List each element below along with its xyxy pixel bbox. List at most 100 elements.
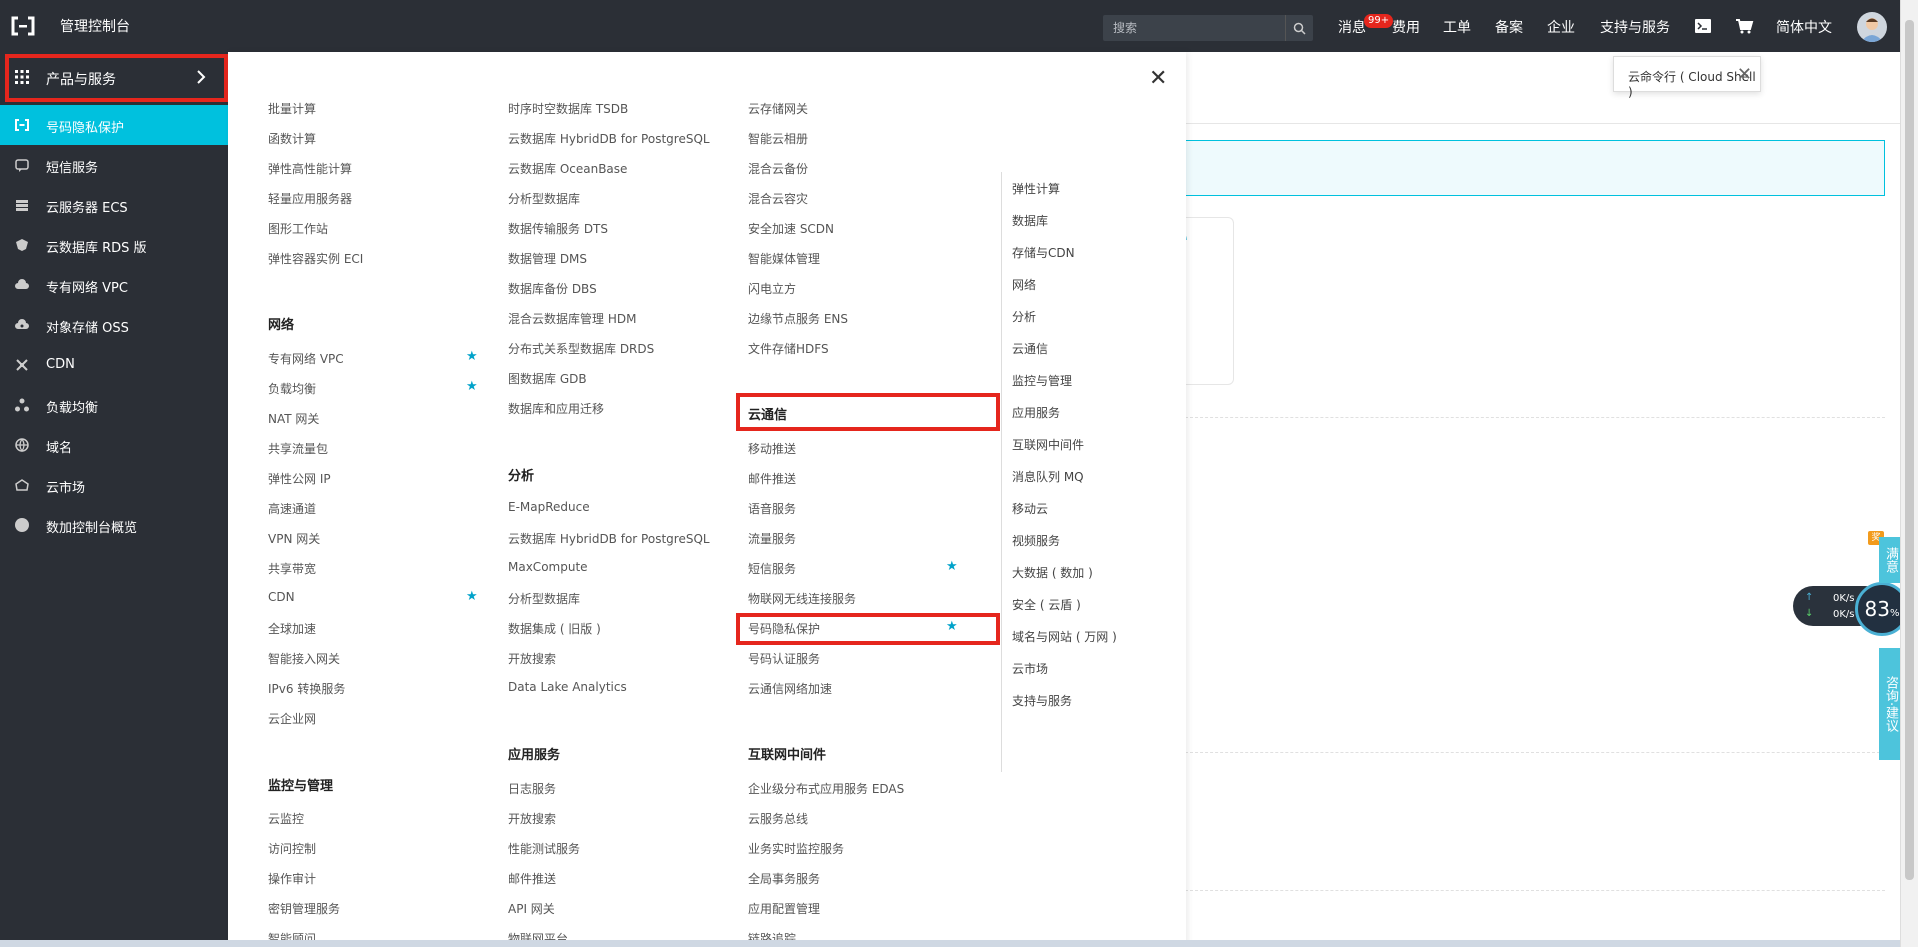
product-link[interactable]: 数据库和应用迁移 bbox=[508, 400, 604, 417]
product-link[interactable]: 开放搜索 bbox=[508, 650, 556, 667]
star-icon[interactable]: ★ bbox=[466, 379, 478, 394]
search-button[interactable] bbox=[1285, 15, 1313, 41]
product-link[interactable]: 混合云容灾 bbox=[748, 190, 808, 207]
product-link[interactable]: 云通信网络加速 bbox=[748, 680, 832, 697]
sidebar-item-load-balance[interactable]: 负载均衡 bbox=[0, 385, 228, 425]
product-link[interactable]: 分布式关系型数据库 DRDS bbox=[508, 340, 654, 357]
product-link[interactable]: 轻量应用服务器 bbox=[268, 190, 352, 207]
product-link[interactable]: 云企业网 bbox=[268, 710, 316, 727]
product-link[interactable]: 智能媒体管理 bbox=[748, 250, 820, 267]
avatar[interactable] bbox=[1857, 12, 1887, 42]
product-link[interactable]: 数据传输服务 DTS bbox=[508, 220, 608, 237]
product-link[interactable]: 日志服务 bbox=[508, 780, 556, 797]
language-switch[interactable]: 简体中文 bbox=[1776, 17, 1832, 37]
nav-tickets[interactable]: 工单 bbox=[1443, 17, 1471, 37]
product-link[interactable]: 业务实时监控服务 bbox=[748, 840, 844, 857]
star-icon[interactable]: ★ bbox=[946, 619, 958, 634]
category-index-item[interactable]: 移动云 bbox=[1012, 500, 1048, 517]
product-link[interactable]: 边缘节点服务 ENS bbox=[748, 310, 848, 327]
product-link[interactable]: 操作审计 bbox=[268, 870, 316, 887]
star-icon[interactable]: ★ bbox=[466, 349, 478, 364]
product-link[interactable]: 语音服务 bbox=[748, 500, 796, 517]
category-index-item[interactable]: 视频服务 bbox=[1012, 532, 1060, 549]
category-index-item[interactable]: 存储与CDN bbox=[1012, 244, 1075, 261]
nav-support[interactable]: 支持与服务 bbox=[1600, 17, 1670, 37]
product-link[interactable]: 混合云备份 bbox=[748, 160, 808, 177]
product-link[interactable]: 弹性容器实例 ECI bbox=[268, 250, 363, 267]
product-link[interactable]: 号码认证服务 bbox=[748, 650, 820, 667]
product-link[interactable]: 云数据库 OceanBase bbox=[508, 160, 627, 177]
product-link[interactable]: E-MapReduce bbox=[508, 500, 590, 514]
sidebar-item-market[interactable]: 云市场 bbox=[0, 465, 228, 505]
product-link[interactable]: 云存储网关 bbox=[748, 100, 808, 117]
category-index-item[interactable]: 互联网中间件 bbox=[1012, 436, 1084, 453]
nav-icp[interactable]: 备案 bbox=[1495, 17, 1523, 37]
sidebar-item-rds[interactable]: 云数据库 RDS 版 bbox=[0, 225, 228, 265]
product-link[interactable]: 密钥管理服务 bbox=[268, 900, 340, 917]
nav-billing[interactable]: 费用 bbox=[1392, 17, 1420, 37]
product-link[interactable]: 数据库备份 DBS bbox=[508, 280, 597, 297]
product-link[interactable]: 云服务总线 bbox=[748, 810, 808, 827]
category-index-item[interactable]: 应用服务 bbox=[1012, 404, 1060, 421]
product-link[interactable]: 应用配置管理 bbox=[748, 900, 820, 917]
category-index-item[interactable]: 支持与服务 bbox=[1012, 692, 1072, 709]
product-link[interactable]: 访问控制 bbox=[268, 840, 316, 857]
product-link[interactable]: 邮件推送 bbox=[748, 470, 796, 487]
product-link[interactable]: 安全加速 SCDN bbox=[748, 220, 834, 237]
terminal-icon[interactable] bbox=[1693, 16, 1713, 36]
category-index-item[interactable]: 域名与网站 ( 万网 ) bbox=[1012, 628, 1117, 645]
product-link[interactable]: 文件存储HDFS bbox=[748, 340, 829, 357]
cloud-shell-tooltip[interactable]: 云命令行 ( Cloud Shell ) ✕ bbox=[1613, 56, 1761, 99]
product-link[interactable]: 云数据库 HybridDB for PostgreSQL bbox=[508, 130, 710, 147]
cart-icon[interactable] bbox=[1734, 16, 1754, 36]
product-link-number-privacy[interactable]: 号码隐私保护 bbox=[748, 620, 820, 637]
sidebar-item-dataplus[interactable]: 数加控制台概览 bbox=[0, 505, 228, 545]
product-link[interactable]: 企业级分布式应用服务 EDAS bbox=[748, 780, 904, 797]
nav-enterprise[interactable]: 企业 bbox=[1547, 17, 1575, 37]
product-link[interactable]: 函数计算 bbox=[268, 130, 316, 147]
product-link[interactable]: 移动推送 bbox=[748, 440, 796, 457]
category-index-item[interactable]: 消息队列 MQ bbox=[1012, 468, 1084, 485]
product-link[interactable]: API 网关 bbox=[508, 900, 555, 917]
product-link[interactable]: 弹性公网 IP bbox=[268, 470, 331, 487]
product-link[interactable]: Data Lake Analytics bbox=[508, 680, 627, 694]
sidebar-item-number-privacy[interactable]: 号码隐私保护 bbox=[0, 105, 228, 145]
vertical-scrollbar[interactable] bbox=[1900, 0, 1918, 947]
scrollbar-thumb[interactable] bbox=[1905, 20, 1914, 880]
satisfaction-tab[interactable]: 满意 bbox=[1879, 537, 1900, 583]
search-box[interactable] bbox=[1103, 15, 1313, 41]
nav-messages[interactable]: 消息 bbox=[1338, 17, 1366, 37]
product-link[interactable]: 数据管理 DMS bbox=[508, 250, 587, 267]
product-link[interactable]: 图数据库 GDB bbox=[508, 370, 587, 387]
product-link[interactable]: 全球加速 bbox=[268, 620, 316, 637]
product-link[interactable]: 邮件推送 bbox=[508, 870, 556, 887]
category-index-item[interactable]: 网络 bbox=[1012, 276, 1036, 293]
product-link[interactable]: 共享流量包 bbox=[268, 440, 328, 457]
category-index-item[interactable]: 数据库 bbox=[1012, 212, 1048, 229]
product-link[interactable]: IPv6 转换服务 bbox=[268, 680, 345, 697]
category-index-item[interactable]: 弹性计算 bbox=[1012, 180, 1060, 197]
feedback-tab[interactable]: 咨询·建议 bbox=[1879, 648, 1900, 760]
product-link[interactable]: 批量计算 bbox=[268, 100, 316, 117]
product-link[interactable]: 高速通道 bbox=[268, 500, 316, 517]
close-icon[interactable]: ✕ bbox=[1149, 66, 1167, 91]
sidebar-item-sms[interactable]: 短信服务 bbox=[0, 145, 228, 185]
product-link[interactable]: CDN bbox=[268, 590, 295, 604]
product-link[interactable]: 云数据库 HybridDB for PostgreSQL bbox=[508, 530, 710, 547]
product-link[interactable]: NAT 网关 bbox=[268, 410, 319, 427]
product-link[interactable]: 分析型数据库 bbox=[508, 590, 580, 607]
product-link[interactable]: 闪电立方 bbox=[748, 280, 796, 297]
product-link[interactable]: 流量服务 bbox=[748, 530, 796, 547]
product-link[interactable]: 全局事务服务 bbox=[748, 870, 820, 887]
category-index-item[interactable]: 监控与管理 bbox=[1012, 372, 1072, 389]
product-link[interactable]: 混合云数据库管理 HDM bbox=[508, 310, 636, 327]
product-link[interactable]: 专有网络 VPC bbox=[268, 350, 344, 367]
product-link[interactable]: 弹性高性能计算 bbox=[268, 160, 352, 177]
category-index-item[interactable]: 云市场 bbox=[1012, 660, 1048, 677]
sidebar-item-ecs[interactable]: 云服务器 ECS bbox=[0, 185, 228, 225]
sidebar-item-cdn[interactable]: CDN bbox=[0, 345, 228, 385]
category-index-item[interactable]: 云通信 bbox=[1012, 340, 1048, 357]
product-link[interactable]: 数据集成 ( 旧版 ) bbox=[508, 620, 601, 637]
aliyun-logo-icon[interactable] bbox=[10, 14, 36, 38]
category-index-item[interactable]: 分析 bbox=[1012, 308, 1036, 325]
